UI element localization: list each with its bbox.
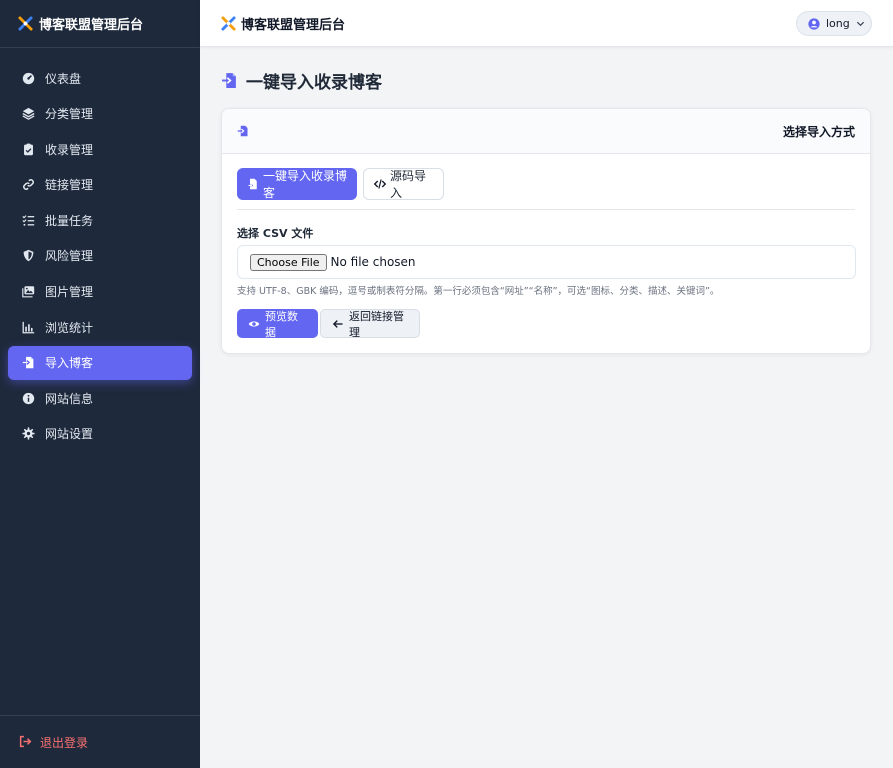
choose-file-button[interactable]: Choose File (250, 253, 327, 271)
sidebar-item-label: 导入博客 (45, 356, 94, 371)
code-icon (374, 178, 386, 190)
user-menu-button[interactable]: long (796, 11, 872, 36)
info-icon (21, 391, 35, 405)
file-status-text: No file chosen (330, 255, 416, 269)
sidebar-item-submissions[interactable]: 收录管理 (8, 132, 192, 166)
divider (237, 209, 855, 210)
topbar-title: 博客联盟管理后台 (221, 14, 345, 33)
sidebar-item-import-blogs[interactable]: 导入博客 (8, 345, 192, 380)
sidebar-nav: 仪表盘 分类管理 收录管理 链接管理 批量任务 风险管理 图片管理 浏览统计 导… (0, 48, 200, 451)
sidebar-item-label: 浏览统计 (45, 320, 94, 335)
tab-label: 一键导入收录博客 (263, 169, 348, 200)
topbar: 博客联盟管理后台 long (200, 0, 893, 47)
sidebar-item-label: 批量任务 (45, 213, 94, 228)
back-to-links-button[interactable]: 返回链接管理 (320, 309, 420, 339)
sidebar-item-stats[interactable]: 浏览统计 (8, 310, 192, 344)
tab-one-click-import[interactable]: 一键导入收录博客 (237, 168, 357, 200)
csv-file-input[interactable]: Choose File No file chosen (237, 245, 856, 279)
sidebar-item-label: 收录管理 (45, 142, 94, 157)
sidebar-item-dashboard[interactable]: 仪表盘 (8, 61, 192, 95)
sidebar-item-risk[interactable]: 风险管理 (8, 239, 192, 273)
preview-data-label: 预览数据 (265, 309, 298, 339)
user-avatar-icon (808, 17, 820, 30)
csv-format-hint: 支持 UTF-8、GBK 编码，逗号或制表符分隔。第一行必须包含“网址”“名称”… (237, 286, 720, 297)
bar-chart-icon (21, 320, 35, 334)
sidebar-item-label: 链接管理 (45, 178, 94, 193)
card-header: 选择导入方式 (222, 109, 870, 154)
sidebar-item-label: 分类管理 (45, 107, 94, 122)
gear-icon (21, 427, 35, 441)
sidebar-brand[interactable]: 博客联盟管理后台 (0, 0, 200, 48)
tab-source-import[interactable]: 源码导入 (363, 168, 444, 200)
file-import-icon (222, 72, 236, 88)
card-header-title: 选择导入方式 (782, 124, 855, 139)
logo-icon (18, 16, 33, 31)
sidebar-item-links[interactable]: 链接管理 (8, 168, 192, 202)
page-title: 一键导入收录博客 (221, 68, 382, 93)
sidebar-item-label: 网站信息 (45, 391, 94, 406)
sidebar-item-label: 图片管理 (45, 285, 94, 300)
preview-data-button[interactable]: 预览数据 (237, 309, 318, 339)
sidebar-item-batch-tasks[interactable]: 批量任务 (8, 203, 192, 237)
csv-field-label: 选择 CSV 文件 (237, 227, 314, 240)
page-title-text: 一键导入收录博客 (246, 72, 382, 93)
sidebar-item-label: 仪表盘 (45, 71, 82, 86)
eye-icon (248, 318, 260, 330)
sidebar-item-label: 网站设置 (45, 427, 94, 442)
sidebar-item-site-info[interactable]: 网站信息 (8, 381, 192, 415)
list-check-icon (21, 213, 35, 227)
user-name: long (826, 17, 850, 30)
image-icon (21, 285, 35, 299)
sidebar-brand-title: 博客联盟管理后台 (39, 18, 144, 33)
sidebar-item-categories[interactable]: 分类管理 (8, 97, 192, 131)
logout-label: 退出登录 (40, 735, 89, 750)
chevron-down-icon (856, 21, 864, 27)
shield-icon (21, 249, 35, 263)
card-actions: 预览数据 返回链接管理 (237, 309, 420, 339)
arrow-left-icon (332, 318, 344, 330)
sign-out-icon (19, 735, 33, 749)
sidebar-item-images[interactable]: 图片管理 (8, 275, 192, 309)
file-import-icon (237, 125, 248, 137)
logo-icon (221, 15, 236, 31)
back-to-links-label: 返回链接管理 (349, 309, 404, 339)
tab-label: 源码导入 (390, 169, 427, 200)
logout-button[interactable]: 退出登录 (0, 715, 200, 768)
import-card: 选择导入方式 一键导入收录博客 源码导入 选择 CSV 文件 Choose Fi… (221, 108, 871, 354)
sidebar: 博客联盟管理后台 仪表盘 分类管理 收录管理 链接管理 批量任务 风险管理 图片… (0, 0, 200, 768)
file-import-icon (21, 356, 35, 370)
topbar-title-text: 博客联盟管理后台 (241, 17, 346, 33)
layers-icon (21, 107, 35, 121)
clipboard-check-icon (21, 142, 35, 156)
gauge-icon (21, 71, 35, 85)
sidebar-item-site-settings[interactable]: 网站设置 (8, 417, 192, 451)
sidebar-item-label: 风险管理 (45, 249, 94, 264)
link-icon (21, 178, 35, 192)
file-import-icon (247, 178, 259, 190)
import-method-tabs: 一键导入收录博客 源码导入 (237, 168, 444, 200)
